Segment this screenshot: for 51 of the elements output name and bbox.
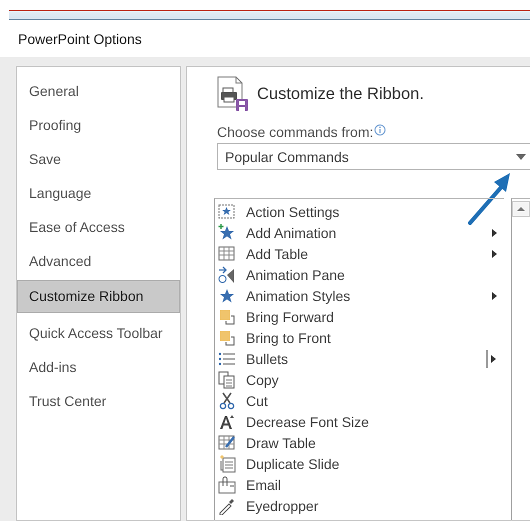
info-icon [374,124,386,136]
eyedropper-icon [218,496,236,514]
submenu-arrow-icon [492,228,498,238]
copy-icon [218,370,236,388]
section-heading: Customize the Ribbon. [257,84,424,104]
scissors-icon [218,392,236,410]
submenu-arrow-icon [492,290,498,300]
star-plus-icon [218,224,236,242]
submenu-arrow-icon [492,248,498,258]
table-icon [218,244,236,262]
duplicate-slide-icon [218,454,236,472]
commands-dropdown[interactable]: Popular Commands [217,143,530,170]
caret-icon [516,154,526,160]
window-title: PowerPoint Options [18,30,142,46]
command-item[interactable]: Eyedropper [215,495,504,516]
field-label: Choose commands from: [217,124,374,140]
sidebar-item[interactable]: Proofing [18,108,180,142]
command-item[interactable]: Duplicate Slide [215,453,504,474]
email-icon [218,476,236,494]
sidebar-item[interactable]: General [18,74,180,108]
command-item[interactable]: Animation Pane [215,264,504,285]
command-item[interactable]: Decrease Font Size [215,411,504,432]
action-settings-icon [218,202,236,220]
printer-save-icon [217,76,249,112]
star-icon [218,286,236,304]
animation-pane-icon [218,266,236,284]
command-item[interactable]: Add Animation [215,222,504,243]
font-size-icon [218,412,236,430]
split-arrow-icon [486,350,498,368]
command-item[interactable]: Bring Forward [215,306,504,327]
command-item[interactable]: Email [215,474,504,495]
command-item[interactable]: Copy [215,369,504,390]
command-item[interactable]: Bring to Front [215,327,504,348]
bring-forward-icon [218,308,236,326]
sidebar-item[interactable]: Language [18,176,180,210]
scroll-up-icon[interactable] [512,201,530,217]
sidebar-item[interactable]: Customize Ribbon [17,280,180,313]
command-item[interactable]: Draw Table [215,432,504,453]
draw-table-icon [218,434,236,452]
sidebar-item[interactable]: Save [18,142,180,176]
sidebar-item[interactable]: Add-ins [18,350,180,384]
command-item[interactable]: Animation Styles [215,285,504,306]
sidebar-item[interactable]: Advanced [18,244,180,278]
command-item[interactable]: Action Settings [215,201,504,222]
sidebar-item[interactable]: Trust Center [18,384,180,418]
command-item[interactable]: Bullets [215,348,504,369]
sidebar-item[interactable]: Quick Access Toolbar [18,316,180,350]
command-item[interactable]: Cut [215,390,504,411]
sidebar-item[interactable]: Ease of Access [18,210,180,244]
bring-to-front-icon [218,328,236,346]
command-item[interactable]: Add Table [215,243,504,264]
